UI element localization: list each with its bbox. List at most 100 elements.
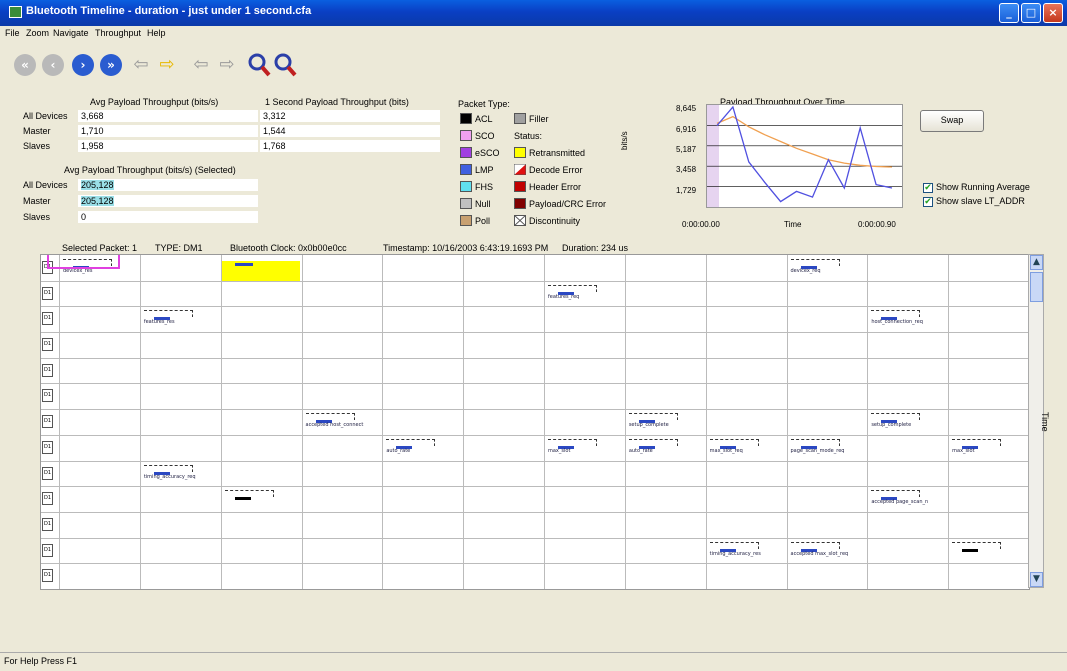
first-button[interactable]: « (12, 52, 38, 78)
timeline-row-divider (41, 563, 1029, 565)
packet-label: accepted host_connect (305, 422, 364, 429)
zoom-out-button[interactable] (272, 52, 298, 78)
decode-error-label: Decode Error (529, 165, 583, 175)
mini-chart-ytick-2: 5,187 (676, 145, 697, 154)
zoom-in-button[interactable] (246, 52, 272, 78)
device-marker[interactable]: D1 (42, 543, 53, 557)
forward-arrow-icon[interactable]: ⇨ (154, 52, 180, 78)
packet[interactable]: setup_complete (628, 413, 679, 428)
one-sec-slaves: 1,768 (260, 140, 440, 152)
mini-chart-ytick-0: 8,645 (676, 104, 697, 113)
avg-slaves: 1,958 (78, 140, 258, 152)
swap-button[interactable]: Swap (920, 110, 984, 132)
packet-bracket (790, 541, 840, 549)
device-marker[interactable]: D1 (42, 338, 53, 352)
packet-bar[interactable] (234, 263, 253, 266)
selected-packet-type: TYPE: DM1 (155, 243, 203, 253)
device-marker[interactable]: D1 (42, 312, 53, 326)
mini-chart-xlabel: Time (784, 220, 802, 229)
packet[interactable]: auto_rate (386, 438, 436, 454)
timeline-row-divider (41, 589, 1029, 590)
packet-label: features_req (548, 293, 580, 300)
menu-navigate[interactable]: Navigate (53, 28, 89, 38)
timeline-grid[interactable]: D1 D1 D1 D1 D1 D1 D1 D1 D1 D1 D1 D1 D1 devicex_res dev… (40, 254, 1030, 590)
packet[interactable]: setup_complete (871, 413, 921, 428)
back-arrow-icon[interactable]: ⇦ (188, 52, 214, 78)
menu-help[interactable]: Help (147, 28, 166, 38)
back-arrow-icon[interactable]: ⇦ (128, 52, 154, 78)
selected-packet-highlight[interactable] (47, 255, 120, 269)
packet[interactable]: max_slot (548, 438, 598, 454)
packet[interactable]: features_res (143, 310, 194, 325)
packet[interactable]: devicex_req (790, 259, 841, 274)
menu-file[interactable]: File (5, 28, 20, 38)
maximize-button[interactable]: □ (1021, 3, 1041, 23)
packet-bracket (548, 438, 597, 446)
packet[interactable]: accepted host_connect (305, 413, 363, 428)
selected-label-master: Master (23, 196, 51, 206)
packet[interactable]: max_slot_req (709, 438, 760, 454)
packet[interactable]: accepted page_scan_n (871, 490, 928, 505)
packet[interactable]: timing_accuracy_req (143, 464, 196, 480)
poll-swatch (460, 215, 472, 226)
packet[interactable]: page_scan_mode_req (790, 438, 844, 454)
packet-bracket (628, 413, 678, 421)
device-marker[interactable]: D1 (42, 466, 53, 480)
device-marker[interactable]: D1 (42, 569, 53, 583)
close-button[interactable]: × (1043, 3, 1063, 23)
menu-throughput[interactable]: Throughput (95, 28, 141, 38)
packet-type-title: Packet Type: (458, 99, 510, 109)
device-marker[interactable]: D1 (42, 492, 53, 506)
acl-label: ACL (475, 114, 493, 124)
packet[interactable]: features_req (548, 284, 598, 300)
device-marker[interactable]: D1 (42, 363, 53, 377)
last-button[interactable]: » (98, 52, 124, 78)
packet-label: accepted max_slot_req (790, 550, 849, 557)
previous-button[interactable]: ‹ (40, 52, 66, 78)
payload-crc-error-label: Payload/CRC Error (529, 199, 607, 209)
show-running-average-checkbox[interactable]: ✔ (923, 183, 933, 193)
payload-crc-error-swatch (514, 198, 526, 209)
scroll-down-button[interactable]: ▼ (1030, 572, 1043, 587)
throughput-chart[interactable] (706, 104, 903, 208)
forward-arrow-icon[interactable]: ⇨ (214, 52, 240, 78)
header-error-label: Header Error (529, 182, 582, 192)
menu-zoom[interactable]: Zoom (26, 28, 49, 38)
packet[interactable]: host_connection_req (871, 310, 923, 325)
device-marker[interactable]: D1 (42, 286, 53, 300)
discontinuity-label: Discontinuity (529, 216, 581, 226)
next-button[interactable]: › (70, 52, 96, 78)
packet[interactable] (224, 490, 275, 502)
avg-master: 1,710 (78, 125, 258, 137)
one-second-throughput-header: 1 Second Payload Throughput (bits) (265, 97, 409, 107)
packet[interactable]: auto_rate (628, 438, 679, 454)
esco-label: eSCO (475, 148, 500, 158)
packet-bracket (790, 259, 840, 266)
packet-bar (962, 548, 979, 552)
device-marker[interactable]: D1 (42, 389, 53, 403)
packet[interactable]: accepted max_slot_req (790, 541, 848, 557)
timeline-col-divider (139, 255, 141, 589)
status-bar: For Help Press F1 (0, 652, 1067, 671)
selected-packet-number: Selected Packet: 1 (62, 243, 138, 253)
scrollbar-thumb[interactable] (1030, 272, 1043, 302)
device-marker[interactable]: D1 (42, 517, 53, 531)
device-marker[interactable]: D1 (42, 440, 53, 454)
timeline-col-divider (382, 255, 384, 589)
selected-label-all-devices: All Devices (23, 180, 68, 190)
packet-bracket (871, 310, 921, 318)
minimize-button[interactable]: _ (999, 3, 1019, 23)
packet[interactable]: timing_accuracy_res (709, 541, 761, 557)
device-marker[interactable]: D1 (42, 415, 53, 429)
packet[interactable] (952, 541, 1002, 554)
sco-label: SCO (475, 131, 495, 141)
menu-bar: File Zoom Navigate Throughput Help (0, 26, 1067, 43)
scroll-up-button[interactable]: ▲ (1030, 255, 1043, 270)
timeline-row-divider (41, 460, 1029, 462)
previous-icon: ‹ (42, 54, 64, 76)
timeline-row-divider (41, 511, 1029, 513)
packet[interactable]: max_slot (952, 438, 1002, 454)
timeline-col-divider (463, 255, 465, 589)
selected-master-value: 205,128 (81, 196, 114, 206)
show-slave-lt-addr-checkbox[interactable]: ✔ (923, 197, 933, 207)
